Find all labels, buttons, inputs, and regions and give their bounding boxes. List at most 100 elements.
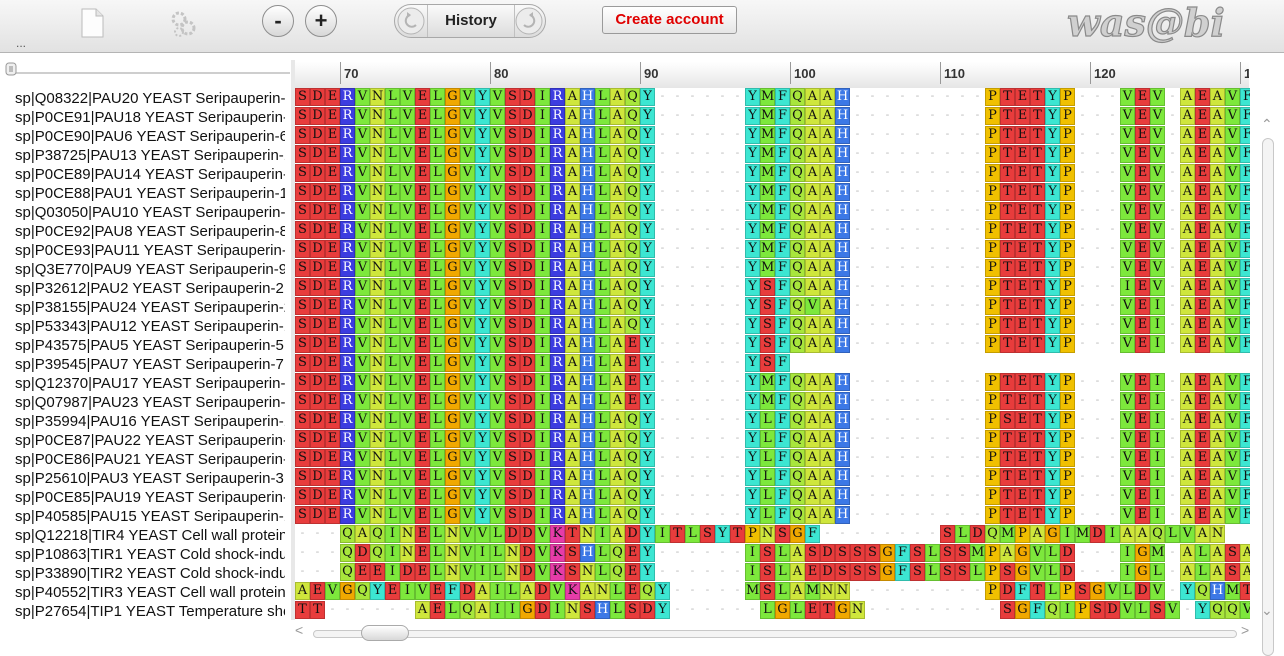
residue-cell[interactable]: H xyxy=(835,126,850,144)
residue-cell[interactable]: Q xyxy=(340,544,355,562)
gap-cell[interactable]: - xyxy=(715,259,730,277)
residue-cell[interactable]: A xyxy=(820,107,835,125)
gap-cell[interactable]: - xyxy=(835,525,850,543)
sequence-name[interactable]: sp|P0CE90|PAU6 YEAST Seripauperin-6 xyxy=(0,127,285,146)
gap-cell[interactable]: - xyxy=(895,278,910,296)
gap-cell[interactable]: - xyxy=(1105,506,1120,524)
gap-cell[interactable]: - xyxy=(325,601,340,619)
residue-cell[interactable]: R xyxy=(340,202,355,220)
residue-cell[interactable]: D xyxy=(310,164,325,182)
gap-cell[interactable]: - xyxy=(850,164,865,182)
residue-cell[interactable]: V xyxy=(1120,126,1135,144)
gap-cell[interactable]: - xyxy=(955,430,970,448)
gap-cell[interactable]: - xyxy=(730,468,745,486)
residue-cell[interactable]: D xyxy=(520,297,535,315)
gap-cell[interactable]: - xyxy=(895,582,910,600)
residue-cell[interactable]: L xyxy=(430,354,445,372)
sequence-name[interactable]: sp|P40585|PAU15 YEAST Seripauperin-15 xyxy=(0,507,285,526)
residue-cell[interactable]: F xyxy=(1240,221,1250,239)
residue-cell[interactable]: A xyxy=(820,126,835,144)
gap-cell[interactable]: - xyxy=(895,107,910,125)
residue-cell[interactable]: L xyxy=(595,107,610,125)
residue-cell[interactable]: A xyxy=(565,88,580,106)
residue-cell[interactable]: Q xyxy=(625,411,640,429)
residue-cell[interactable]: V xyxy=(490,430,505,448)
residue-cell[interactable]: E xyxy=(325,354,340,372)
residue-cell[interactable]: A xyxy=(565,449,580,467)
residue-cell[interactable]: I xyxy=(535,278,550,296)
gap-cell[interactable]: - xyxy=(1090,221,1105,239)
residue-cell[interactable]: P xyxy=(1060,373,1075,391)
residue-cell[interactable]: L xyxy=(430,316,445,334)
residue-cell[interactable]: V xyxy=(460,145,475,163)
residue-cell[interactable]: T xyxy=(1030,202,1045,220)
residue-cell[interactable]: E xyxy=(1195,430,1210,448)
residue-cell[interactable]: V xyxy=(1240,601,1250,619)
residue-cell[interactable]: I xyxy=(1150,430,1165,448)
residue-cell[interactable]: Y xyxy=(1045,297,1060,315)
gap-cell[interactable]: - xyxy=(1105,563,1120,581)
residue-cell[interactable]: L xyxy=(595,544,610,562)
residue-cell[interactable]: R xyxy=(340,487,355,505)
residue-cell[interactable]: N xyxy=(370,449,385,467)
residue-cell[interactable]: T xyxy=(1030,107,1045,125)
gap-cell[interactable]: - xyxy=(685,468,700,486)
sequence-name[interactable]: sp|P39545|PAU7 YEAST Seripauperin-7 xyxy=(0,355,285,374)
residue-cell[interactable]: A xyxy=(805,316,820,334)
gap-cell[interactable]: - xyxy=(850,411,865,429)
residue-cell[interactable]: A xyxy=(610,316,625,334)
residue-cell[interactable]: L xyxy=(430,392,445,410)
residue-cell[interactable]: M xyxy=(760,221,775,239)
residue-cell[interactable]: A xyxy=(805,506,820,524)
residue-cell[interactable]: Q xyxy=(790,335,805,353)
residue-cell[interactable]: A xyxy=(565,278,580,296)
gap-cell[interactable]: - xyxy=(970,221,985,239)
residue-cell[interactable]: M xyxy=(760,107,775,125)
residue-cell[interactable]: P xyxy=(985,563,1000,581)
residue-cell[interactable]: A xyxy=(610,183,625,201)
gap-cell[interactable]: - xyxy=(865,506,880,524)
residue-cell[interactable]: A xyxy=(610,354,625,372)
residue-cell[interactable]: A xyxy=(1180,335,1195,353)
residue-cell[interactable]: T xyxy=(1000,145,1015,163)
residue-cell[interactable]: D xyxy=(520,316,535,334)
residue-cell[interactable]: Y xyxy=(640,107,655,125)
gap-cell[interactable]: - xyxy=(940,449,955,467)
gap-cell[interactable]: - xyxy=(1090,506,1105,524)
gap-cell[interactable]: - xyxy=(910,278,925,296)
residue-cell[interactable]: Y xyxy=(640,221,655,239)
gap-cell[interactable]: - xyxy=(910,392,925,410)
residue-cell[interactable]: R xyxy=(340,354,355,372)
residue-cell[interactable]: G xyxy=(445,221,460,239)
residue-cell[interactable]: Y xyxy=(745,373,760,391)
gap-cell[interactable]: - xyxy=(1165,582,1180,600)
residue-cell[interactable]: Y xyxy=(640,563,655,581)
residue-cell[interactable]: T xyxy=(1000,259,1015,277)
residue-cell[interactable]: A xyxy=(565,164,580,182)
residue-cell[interactable]: T xyxy=(1240,582,1250,600)
residue-cell[interactable]: Y xyxy=(640,487,655,505)
residue-cell[interactable]: Y xyxy=(745,259,760,277)
residue-cell[interactable]: D xyxy=(820,563,835,581)
residue-cell[interactable]: T xyxy=(1030,316,1045,334)
residue-cell[interactable]: L xyxy=(430,126,445,144)
residue-cell[interactable]: A xyxy=(610,164,625,182)
gap-cell[interactable]: - xyxy=(1105,468,1120,486)
residue-cell[interactable]: Y xyxy=(640,316,655,334)
residue-cell[interactable]: D xyxy=(310,126,325,144)
residue-cell[interactable]: A xyxy=(565,487,580,505)
residue-cell[interactable]: T xyxy=(1000,316,1015,334)
gap-cell[interactable]: - xyxy=(685,183,700,201)
residue-cell[interactable]: E xyxy=(1135,221,1150,239)
residue-cell[interactable]: E xyxy=(310,582,325,600)
gap-cell[interactable]: - xyxy=(955,107,970,125)
gap-cell[interactable]: - xyxy=(1105,202,1120,220)
residue-cell[interactable]: T xyxy=(1000,297,1015,315)
residue-cell[interactable]: Y xyxy=(640,449,655,467)
gap-cell[interactable]: - xyxy=(1075,259,1090,277)
gap-cell[interactable]: - xyxy=(1165,221,1180,239)
gap-cell[interactable]: - xyxy=(970,411,985,429)
gap-cell[interactable]: - xyxy=(1165,335,1180,353)
gap-cell[interactable]: - xyxy=(730,107,745,125)
gap-cell[interactable]: - xyxy=(700,278,715,296)
